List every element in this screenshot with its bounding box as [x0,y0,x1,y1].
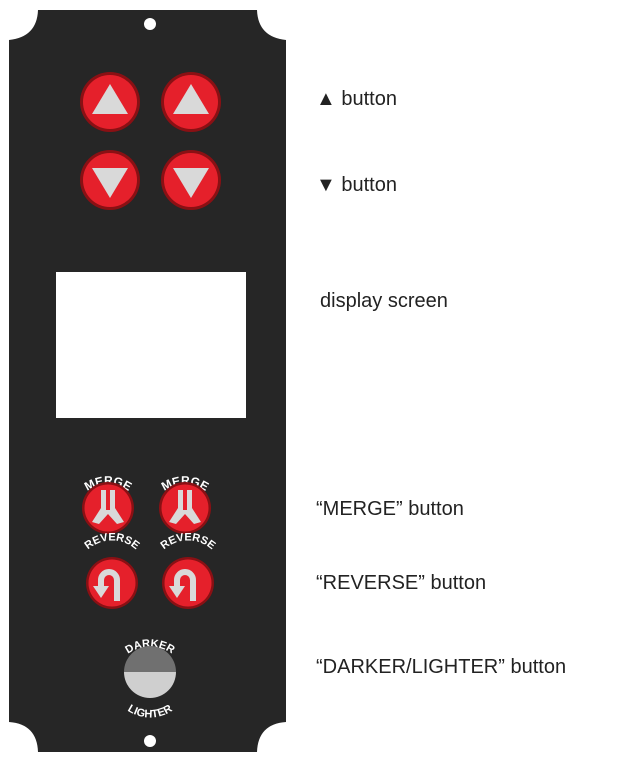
reverse-button-callout: “REVERSE” button [316,572,487,594]
reverse-button-left[interactable]: REVERSE [83,531,142,609]
up-button-left[interactable] [80,72,140,132]
down-button-right[interactable] [161,150,221,210]
up-button-callout: ▲ button [316,88,397,110]
darker-lighter-callout: “DARKER/LIGHTER” button [316,656,567,678]
merge-button-right[interactable]: MERGE [159,473,211,534]
merge-button-left[interactable]: MERGE [82,473,134,534]
display-screen-callout: display screen [320,290,448,312]
up-button-right[interactable] [161,72,221,132]
control-panel-diagram: MERGE MERGE REVERSE REVERSE DARKER LIGHT… [9,10,286,752]
top-mount-hole [144,18,156,30]
down-button-callout: ▼ button [316,174,397,196]
display-screen [56,272,246,418]
down-button-left[interactable] [80,150,140,210]
bottom-mount-hole [144,735,156,747]
merge-button-callout: “MERGE” button [316,498,464,520]
reverse-button-right[interactable]: REVERSE [159,531,218,609]
